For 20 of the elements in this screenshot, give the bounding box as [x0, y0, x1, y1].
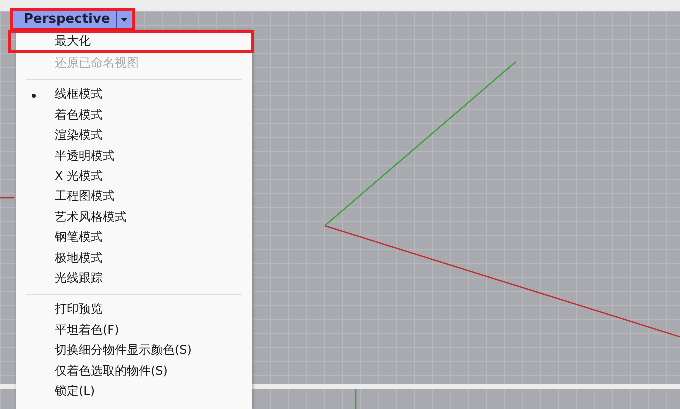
menu-item[interactable]: 仅着色选取的物件(S): [16, 360, 252, 382]
menu-item[interactable]: 半透明模式: [16, 146, 252, 166]
z-axis-line: [355, 389, 357, 409]
menu-item[interactable]: 线框模式: [16, 84, 252, 106]
menu-item[interactable]: 锁定(L): [16, 381, 252, 402]
menu-item[interactable]: 最大化: [8, 30, 254, 54]
menu-item[interactable]: 平坦着色(F): [16, 320, 252, 340]
caret-icon[interactable]: [120, 18, 128, 22]
menu-item[interactable]: 艺术风格模式: [16, 207, 252, 228]
menu-item[interactable]: 着色模式: [16, 105, 252, 126]
menu-item[interactable]: 渲染模式: [16, 126, 252, 146]
x-axis-line: [0, 197, 14, 199]
menu-item[interactable]: X 光模式: [16, 166, 252, 187]
menu-item[interactable]: 钢笔模式: [16, 228, 252, 248]
menu-item[interactable]: 打印预览: [16, 300, 252, 320]
menu-item[interactable]: 工程图模式: [16, 186, 252, 208]
menu-item[interactable]: 切换细分物件显示颜色(S): [16, 340, 252, 361]
menu-item[interactable]: 光线跟踪: [16, 268, 252, 289]
menu-item[interactable]: 极地模式: [16, 248, 252, 268]
viewport-tab[interactable]: Perspective: [14, 11, 132, 28]
